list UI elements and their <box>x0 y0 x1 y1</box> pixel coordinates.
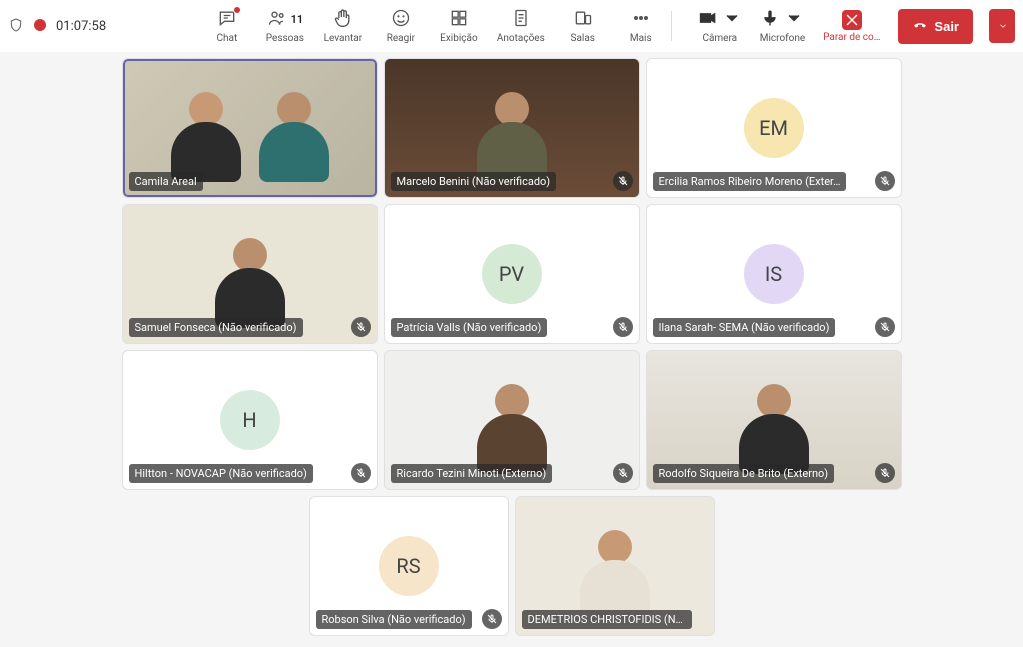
muted-icon <box>875 463 895 483</box>
participant-tile[interactable]: DEMETRIOS CHRISTOFIDIS (Não verifica… <box>515 496 715 636</box>
stop-share-label: Parar de co… <box>823 32 880 43</box>
muted-icon <box>613 317 633 337</box>
toolbar-divider <box>671 11 672 41</box>
mic-button[interactable]: Microfone <box>760 8 805 44</box>
participant-name: Ricardo Tezini Minoti (Externo) <box>391 464 553 483</box>
participant-tile[interactable]: H Hiltton - NOVACAP (Não verificado) <box>122 350 378 490</box>
leave-button[interactable]: Sair <box>898 9 973 44</box>
rooms-icon <box>573 8 593 31</box>
participant-tile[interactable]: Samuel Fonseca (Não verificado) <box>122 204 378 344</box>
shield-icon <box>8 16 24 37</box>
participant-name: Rodolfo Siqueira De Brito (Externo) <box>653 464 835 483</box>
hangup-icon <box>912 17 928 36</box>
notes-label: Anotações <box>497 33 545 44</box>
stop-sharing-button[interactable]: Parar de co… <box>823 10 880 43</box>
toolbar-right: Câmera Microfone Parar de co… S <box>698 8 1015 44</box>
participant-name: Patrícia Valls (Não verificado) <box>391 318 548 337</box>
muted-icon <box>875 171 895 191</box>
grid-row: RS Robson Silva (Não verificado) DEMETRI… <box>309 496 715 636</box>
react-button[interactable]: Reagir <box>381 8 421 44</box>
rooms-button[interactable]: Salas <box>563 8 603 44</box>
stop-share-icon <box>842 10 862 30</box>
avatar-initials: H <box>220 390 280 450</box>
participant-name: Hiltton - NOVACAP (Não verificado) <box>129 464 313 483</box>
notes-button[interactable]: Anotações <box>497 8 545 44</box>
chevron-down-icon[interactable] <box>720 8 742 31</box>
camera-label: Câmera <box>702 33 737 44</box>
meeting-toolbar: 01:07:58 Chat 11 Pessoas Levantar <box>0 0 1023 52</box>
toolbar-center: Chat 11 Pessoas Levantar Reagir <box>207 8 661 44</box>
participant-tile[interactable]: Ricardo Tezini Minoti (Externo) <box>384 350 640 490</box>
ellipsis-icon <box>631 8 651 31</box>
mic-label: Microfone <box>760 33 805 44</box>
muted-icon <box>351 463 371 483</box>
grid-row: Camila Areal Marcelo Benini (Não verific… <box>122 58 902 198</box>
muted-icon <box>482 609 502 629</box>
grid-row: H Hiltton - NOVACAP (Não verificado) Ric… <box>122 350 902 490</box>
call-timer: 01:07:58 <box>56 19 106 34</box>
grid-row: Samuel Fonseca (Não verificado) PV Patrí… <box>122 204 902 344</box>
react-label: Reagir <box>387 33 415 44</box>
view-button[interactable]: Exibição <box>439 8 479 44</box>
smile-icon <box>391 8 411 31</box>
rooms-label: Salas <box>571 33 595 44</box>
people-label: Pessoas <box>266 33 304 44</box>
notes-icon <box>511 8 531 31</box>
avatar-initials: IS <box>744 244 804 304</box>
hand-icon <box>333 8 353 31</box>
chevron-down-icon[interactable] <box>782 8 804 31</box>
participant-tile[interactable]: IS Ilana Sarah- SEMA (Não verificado) <box>646 204 902 344</box>
chat-label: Chat <box>217 33 238 44</box>
participant-name: Ilana Sarah- SEMA (Não verificado) <box>653 318 836 337</box>
muted-icon <box>351 317 371 337</box>
participant-name: Camila Areal <box>129 172 203 191</box>
muted-icon <box>875 317 895 337</box>
participant-tile[interactable]: Rodolfo Siqueira De Brito (Externo) <box>646 350 902 490</box>
toolbar-left: 01:07:58 <box>8 16 106 37</box>
leave-label: Sair <box>934 19 959 34</box>
leave-menu-button[interactable] <box>989 9 1015 43</box>
participant-tile[interactable]: EM Ercilia Ramos Ribeiro Moreno (Exter… <box>646 58 902 198</box>
participant-name: Robson Silva (Não verificado) <box>316 610 472 629</box>
grid-icon <box>449 8 469 31</box>
participant-tile[interactable]: PV Patrícia Valls (Não verificado) <box>384 204 640 344</box>
avatar-initials: PV <box>482 244 542 304</box>
participant-tile[interactable]: Camila Areal <box>122 58 378 198</box>
view-label: Exibição <box>440 33 478 44</box>
camera-button[interactable]: Câmera <box>698 8 742 44</box>
raise-hand-button[interactable]: Levantar <box>323 8 363 44</box>
people-icon <box>267 8 287 31</box>
muted-icon <box>613 171 633 191</box>
mic-icon <box>760 8 780 31</box>
participant-name: Ercilia Ramos Ribeiro Moreno (Exter… <box>653 172 847 191</box>
more-button[interactable]: Mais <box>621 8 661 44</box>
muted-icon <box>613 463 633 483</box>
camera-icon <box>698 8 718 31</box>
avatar-initials: EM <box>744 98 804 158</box>
chat-button[interactable]: Chat <box>207 8 247 44</box>
more-label: Mais <box>630 33 652 44</box>
video-grid: Camila Areal Marcelo Benini (Não verific… <box>0 52 1023 642</box>
participant-name: Samuel Fonseca (Não verificado) <box>129 318 303 337</box>
participant-tile[interactable]: Marcelo Benini (Não verificado) <box>384 58 640 198</box>
recording-icon <box>34 19 46 34</box>
people-count: 11 <box>291 13 304 26</box>
people-button[interactable]: 11 Pessoas <box>265 8 305 44</box>
raise-label: Levantar <box>324 33 362 44</box>
chat-unread-dot <box>233 6 241 14</box>
avatar-initials: RS <box>379 536 439 596</box>
participant-name: Marcelo Benini (Não verificado) <box>391 172 557 191</box>
participant-tile[interactable]: RS Robson Silva (Não verificado) <box>309 496 509 636</box>
participant-name: DEMETRIOS CHRISTOFIDIS (Não verifica… <box>522 610 692 629</box>
